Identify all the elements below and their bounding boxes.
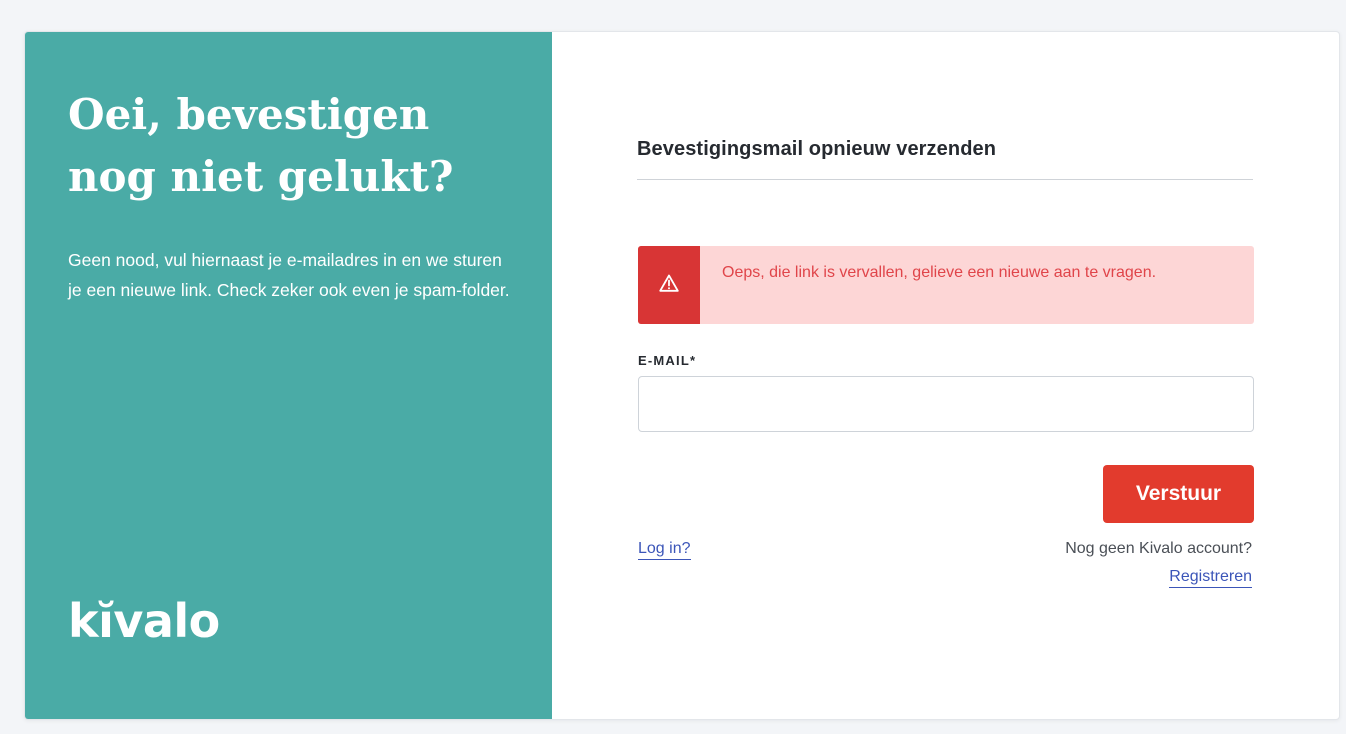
alert-icon-container	[638, 246, 700, 324]
login-link[interactable]: Log in?	[638, 539, 691, 560]
error-alert: Oeps, die link is vervallen, gelieve een…	[638, 246, 1254, 324]
email-field[interactable]	[638, 376, 1254, 432]
register-question: Nog geen Kivalo account?	[1065, 540, 1252, 557]
kivalo-logo: kĭvalo	[68, 594, 220, 648]
warning-triangle-icon	[659, 274, 679, 297]
submit-button[interactable]: Verstuur	[1103, 465, 1254, 523]
heading-divider	[637, 179, 1253, 180]
panel-description: Geen nood, vul hiernaast je e-mailadres …	[68, 250, 510, 300]
register-link[interactable]: Registreren	[1169, 567, 1252, 588]
panel-title: Oei, bevestigen nog niet gelukt?	[68, 90, 454, 201]
login-card: Oei, bevestigen nog niet gelukt? Geen no…	[24, 31, 1340, 720]
info-panel: Oei, bevestigen nog niet gelukt? Geen no…	[25, 32, 552, 719]
email-label: E-MAIL*	[638, 353, 697, 368]
form-heading: Bevestigingsmail opnieuw verzenden	[637, 138, 997, 160]
form-panel: Bevestigingsmail opnieuw verzenden Oeps,…	[552, 32, 1339, 719]
alert-message: Oeps, die link is vervallen, gelieve een…	[722, 264, 1157, 281]
register-block: Nog geen Kivalo account? Registreren	[1065, 539, 1252, 588]
